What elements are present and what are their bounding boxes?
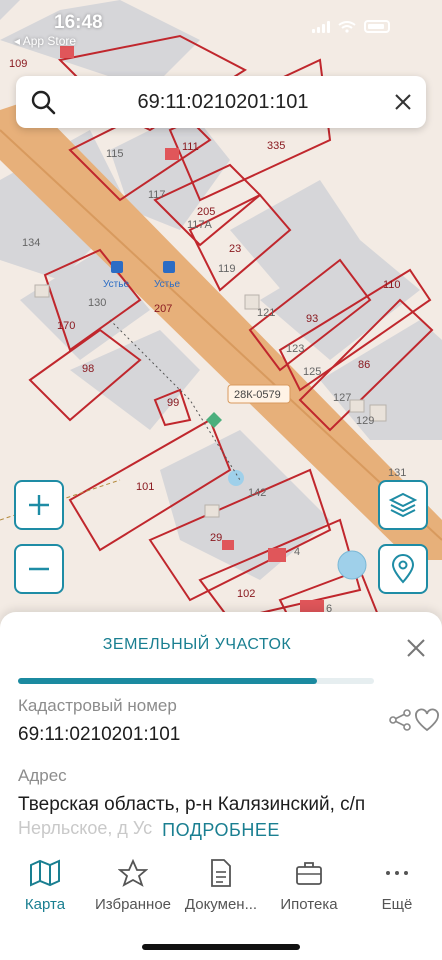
parcel-label: 102 — [237, 588, 255, 600]
road-label: 28К-0579 — [227, 384, 291, 404]
zoom-in-button[interactable] — [14, 480, 64, 530]
parcel-label: 101 — [136, 481, 154, 493]
parcel-label: 134 — [22, 237, 40, 249]
parcel-label: 111 — [182, 141, 199, 153]
tab-documents[interactable]: Докумен... — [176, 858, 266, 913]
search-icon[interactable] — [20, 76, 66, 128]
parcel-label: 4 — [294, 546, 300, 558]
parcel-label: 109 — [9, 58, 27, 70]
tab-label: Ипотека — [280, 896, 338, 913]
plus-icon — [29, 495, 49, 515]
star-icon — [118, 859, 148, 887]
search-input[interactable] — [66, 90, 380, 114]
parcel-label: 123 — [286, 343, 304, 355]
parcel-label: 99 — [167, 397, 179, 409]
close-icon — [407, 639, 425, 657]
map-icon — [30, 859, 60, 887]
tab-favorites[interactable]: Избранное — [88, 858, 178, 913]
clear-search-icon[interactable] — [380, 76, 426, 128]
cadastral-number-value: 69:11:0210201:101 — [18, 724, 181, 745]
parcel-label: 131 — [388, 467, 406, 479]
status-icons — [312, 20, 390, 33]
more-details-link[interactable]: ПОДРОБНЕЕ — [0, 820, 442, 841]
parcel-label: 142 — [248, 487, 266, 499]
back-to-app-link[interactable]: ◂ App Store — [14, 34, 76, 48]
my-location-button[interactable] — [378, 544, 428, 594]
battery-icon — [364, 20, 390, 33]
more-icon — [386, 871, 408, 875]
document-icon — [211, 859, 231, 887]
search-bar[interactable] — [16, 76, 426, 128]
zoom-out-button[interactable] — [14, 544, 64, 594]
bus-icon — [111, 261, 123, 273]
parcel-label: 207 — [154, 303, 172, 315]
parcel-label: 205 — [197, 206, 215, 218]
parcel-label: 117 — [148, 189, 166, 201]
status-bar: 16:48 ◂ App Store — [0, 0, 442, 56]
address-label: Адрес — [18, 766, 67, 785]
share-icon[interactable] — [388, 708, 412, 732]
location-pin-icon — [391, 554, 415, 584]
parcel-label: 121 — [257, 307, 275, 319]
tab-more[interactable]: Ещё — [352, 858, 442, 913]
parcel-label: 129 — [356, 415, 374, 427]
parcel-label: 115 — [106, 148, 124, 160]
home-indicator — [142, 944, 300, 950]
sheet-title: ЗЕМЕЛЬНЫЙ УЧАСТОК — [102, 636, 292, 653]
minus-icon — [29, 567, 49, 571]
parcel-label: 127 — [333, 392, 351, 404]
tab-label: Карта — [24, 896, 66, 913]
tab-label: Избранное — [94, 896, 172, 913]
parcel-label: 170 — [57, 320, 75, 332]
bus-stop-label: Устье — [154, 279, 180, 290]
progress-fill — [18, 678, 318, 684]
tab-mortgage[interactable]: Ипотека — [264, 858, 354, 913]
tab-label: Докумен... — [184, 896, 258, 913]
parcel-label: 110 — [383, 279, 401, 291]
tab-label: Ещё — [381, 896, 413, 913]
parcel-label: 93 — [306, 313, 318, 325]
signal-icon — [312, 20, 330, 33]
parcel-label: 98 — [82, 363, 94, 375]
road-label-text: 28К-0579 — [234, 389, 281, 401]
parcel-label: 119 — [218, 263, 236, 275]
parcel-label: 29 — [210, 532, 222, 544]
status-time: 16:48 — [54, 12, 103, 33]
parcel-label: 125 — [303, 366, 321, 378]
layers-icon — [388, 492, 418, 518]
parcel-label: 335 — [267, 140, 285, 152]
parcel-label: 86 — [358, 359, 370, 371]
parcel-label: 23 — [229, 243, 241, 255]
bus-stop-label: Устье — [103, 279, 129, 290]
bus-icon — [163, 261, 175, 273]
parcel-label: 130 — [88, 297, 106, 309]
wifi-icon — [338, 20, 356, 33]
briefcase-icon — [296, 862, 322, 885]
close-sheet-button[interactable] — [402, 634, 430, 662]
tab-map[interactable]: Карта — [0, 858, 90, 913]
heart-icon[interactable] — [414, 708, 440, 732]
address-value-line1: Тверская область, р-н Калязинский, с/п — [18, 794, 366, 815]
tab-bar: Карта Избранное Докумен... Ипотека Ещё — [0, 852, 442, 922]
cadastral-number-label: Кадастровый номер — [18, 696, 177, 715]
parcel-label: 117А — [187, 219, 213, 231]
layers-button[interactable] — [378, 480, 428, 530]
progress-bar — [18, 678, 374, 684]
